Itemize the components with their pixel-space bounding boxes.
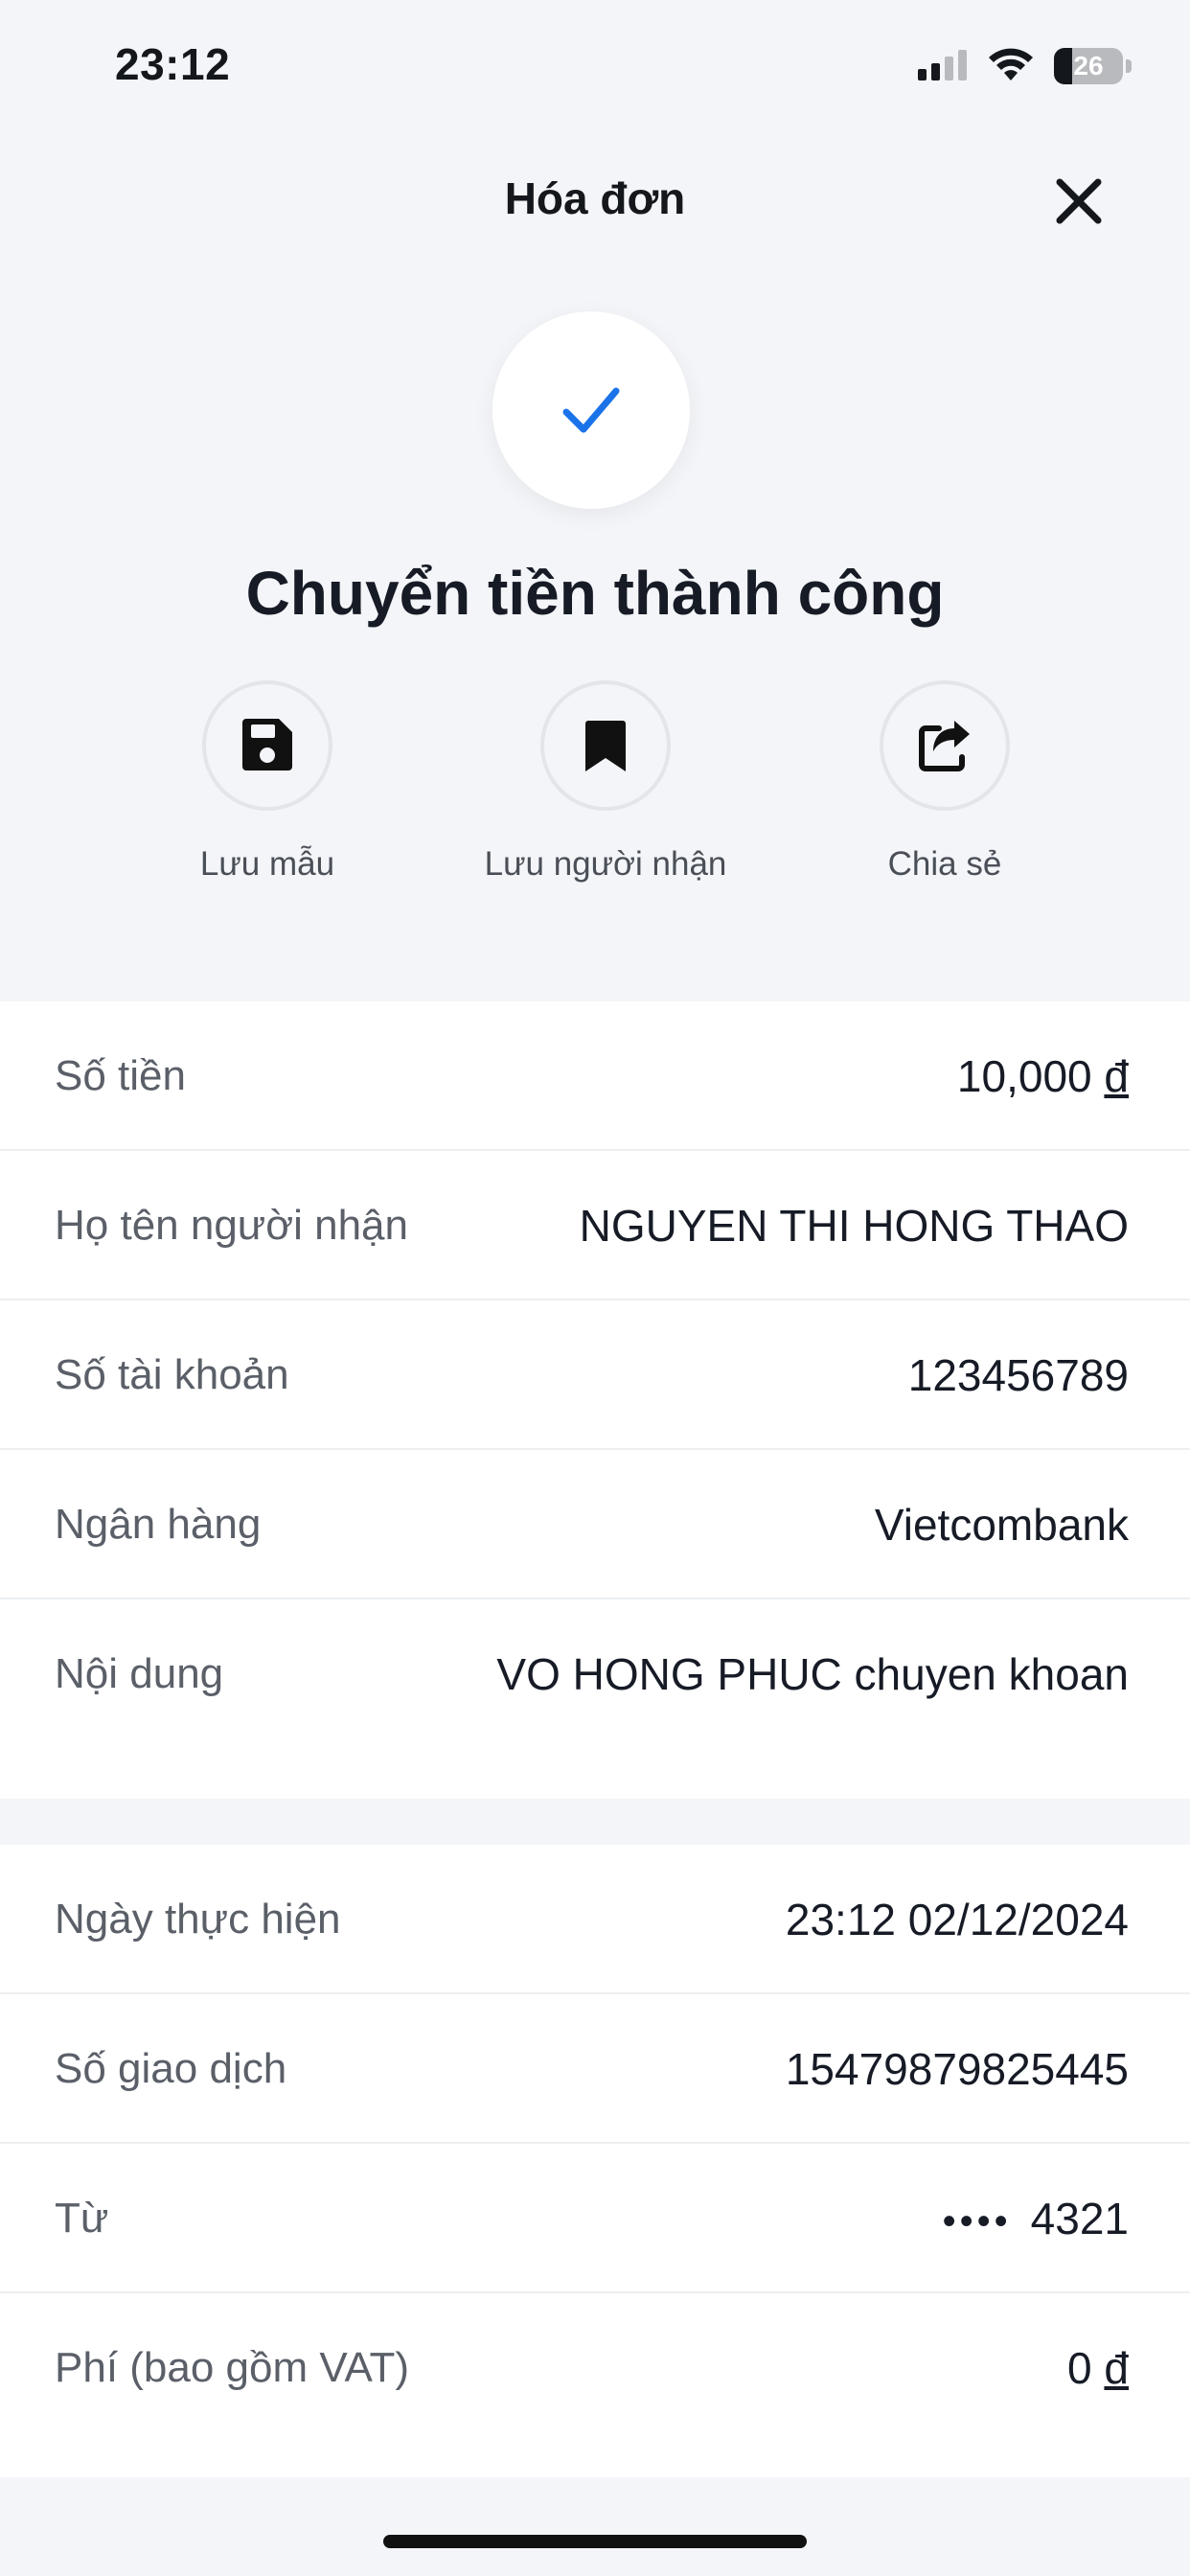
transaction-id-row: Số giao dịch 15479879825445 — [0, 1994, 1190, 2144]
close-icon — [1056, 178, 1102, 224]
close-button[interactable] — [1046, 169, 1111, 234]
share-icon — [919, 721, 970, 771]
page-title: Hóa đơn — [504, 173, 686, 223]
status-time: 23:12 — [115, 39, 231, 89]
amount-number: 10,000 — [956, 1051, 1092, 1101]
fee-number: 0 — [1067, 2343, 1092, 2393]
masked-dots: •••• — [942, 2200, 1012, 2242]
account-number-row: Số tài khoản 123456789 — [0, 1300, 1190, 1450]
date-row: Ngày thực hiện 23:12 02/12/2024 — [0, 1845, 1190, 1994]
amount-row: Số tiền 10,000 đ — [0, 1001, 1190, 1151]
recipient-name-label: Họ tên người nhận — [55, 1202, 408, 1249]
bookmark-icon — [585, 721, 626, 771]
content-row: Nội dung VO HONG PHUC chuyen khoan — [0, 1599, 1190, 1749]
bank-row: Ngân hàng Vietcombank — [0, 1450, 1190, 1599]
content-label: Nội dung — [55, 1650, 224, 1697]
amount-label: Số tiền — [55, 1052, 186, 1099]
signal-icon — [918, 50, 968, 80]
transaction-id-label: Số giao dịch — [55, 2045, 287, 2092]
source-account-value: •••• 4321 — [943, 2144, 1129, 2293]
date-label: Ngày thực hiện — [55, 1896, 341, 1943]
success-title: Chuyển tiền thành công — [245, 559, 945, 628]
transaction-info-card: Ngày thực hiện 23:12 02/12/2024 Số giao … — [0, 1845, 1190, 2477]
source-account-number: 4321 — [1030, 2194, 1129, 2243]
currency-symbol: đ — [1104, 1051, 1129, 1101]
battery-level: 26 — [1073, 51, 1104, 80]
bank-label: Ngân hàng — [55, 1501, 262, 1548]
transfer-details-card: Số tiền 10,000 đ Họ tên người nhận NGUYE… — [0, 1001, 1190, 1799]
source-account-row: Từ •••• 4321 — [0, 2144, 1190, 2293]
floppy-disk-icon — [242, 719, 292, 770]
source-account-label: Từ — [55, 2195, 109, 2242]
fee-row: Phí (bao gồm VAT) 0 đ — [0, 2293, 1190, 2443]
home-indicator[interactable] — [383, 2535, 807, 2548]
checkmark-icon — [562, 387, 620, 433]
battery-icon: 26 — [1054, 48, 1133, 84]
share-label: Chia sẻ — [887, 845, 1002, 883]
save-recipient-label: Lưu người nhận — [484, 845, 727, 883]
fee-currency-symbol: đ — [1104, 2343, 1129, 2393]
fee-label: Phí (bao gồm VAT) — [55, 2344, 410, 2391]
account-number-label: Số tài khoản — [55, 1351, 289, 1398]
save-template-label: Lưu mẫu — [199, 845, 335, 883]
fee-value: 0 đ — [1067, 2293, 1129, 2443]
amount-value: 10,000 đ — [957, 1001, 1129, 1151]
share-button[interactable]: Chia sẻ — [772, 680, 1117, 884]
recipient-name-row: Họ tên người nhận NGUYEN THI HONG THAO — [0, 1151, 1190, 1300]
content-value: VO HONG PHUC chuyen khoan — [496, 1649, 1129, 1699]
date-value: 23:12 02/12/2024 — [785, 1895, 1129, 1944]
save-template-button[interactable]: Lưu mẫu — [95, 680, 440, 884]
wifi-icon — [989, 48, 1033, 80]
save-recipient-button[interactable]: Lưu người nhận — [433, 680, 778, 884]
transaction-id-value: 15479879825445 — [785, 2044, 1129, 2094]
status-bar: 23:12 26 — [0, 0, 1190, 134]
recipient-name-value: NGUYEN THI HONG THAO — [579, 1201, 1129, 1251]
success-badge — [492, 311, 690, 509]
bank-value: Vietcombank — [874, 1500, 1129, 1550]
account-number-value: 123456789 — [907, 1350, 1129, 1400]
